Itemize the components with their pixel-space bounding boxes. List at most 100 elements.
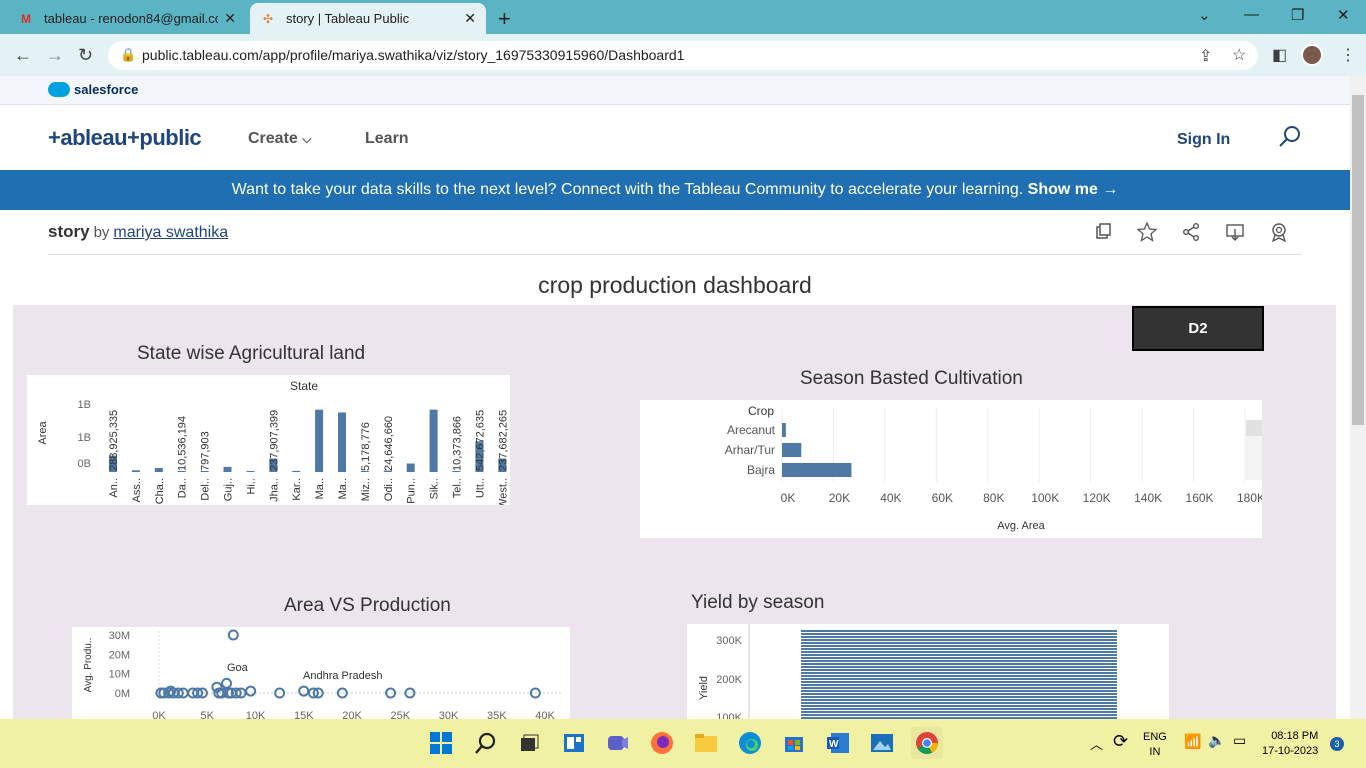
battery-icon[interactable]: ▭ xyxy=(1233,732,1246,749)
bar xyxy=(801,678,1117,680)
chrome-icon[interactable] xyxy=(911,727,943,759)
browser-tab-strip: M tableau - renodon84@gmail.com ✕ ✣ stor… xyxy=(0,0,1366,34)
taskbar: W ︿ ⟳ ENG IN 📶 🔈 ▭ 08:18 PM 17-10-2023 3 xyxy=(0,719,1366,768)
site-header: +ableau+public Create ⌵ Learn Sign In xyxy=(0,105,1350,170)
close-tab-icon[interactable]: ✕ xyxy=(224,10,236,27)
svg-text:W: W xyxy=(829,739,839,750)
widgets-icon[interactable] xyxy=(560,729,588,757)
x-tick-label: Cha.. xyxy=(154,478,166,504)
avatar[interactable] xyxy=(1301,44,1323,66)
y-tick-label: 30M xyxy=(109,630,130,642)
x-tick-label: Ma.. xyxy=(314,478,326,499)
bar xyxy=(246,471,255,472)
task-view-icon[interactable] xyxy=(515,729,543,757)
tab-title: story | Tableau Public xyxy=(286,11,410,26)
side-panel-icon[interactable]: ◧ xyxy=(1272,45,1287,65)
notification-badge[interactable]: 3 xyxy=(1330,737,1344,751)
x-tick-label: 30K xyxy=(439,710,459,719)
data-label: 797,903 xyxy=(200,431,212,471)
new-tab-icon[interactable]: + xyxy=(498,6,511,32)
sync-icon[interactable]: ⟳ xyxy=(1113,731,1128,752)
scatter-point xyxy=(404,687,416,699)
x-tick-label: 10K xyxy=(246,710,266,719)
season-cultivation-chart-panel: Crop 0K 20K 40K 60K 80K 100K 120K 140K 160K 180K Ar… xyxy=(640,400,1265,538)
restore-icon[interactable]: ❐ xyxy=(1291,6,1304,24)
annotation: Andhra Pradesh xyxy=(303,670,383,682)
language-indicator[interactable]: ENG IN xyxy=(1143,730,1167,760)
data-label: 288,925,335 xyxy=(108,410,120,471)
tab-search-icon[interactable]: ⌄ xyxy=(1198,6,1211,24)
chevron-up-icon[interactable]: ︿ xyxy=(1090,734,1103,753)
back-icon[interactable]: ← xyxy=(14,45,32,66)
download-icon[interactable] xyxy=(1225,222,1245,242)
bookmark-star-icon[interactable]: ☆ xyxy=(1232,45,1246,65)
close-window-icon[interactable]: ✕ xyxy=(1337,6,1350,24)
bar xyxy=(801,633,1117,635)
d2-button[interactable]: D2 xyxy=(1132,306,1264,351)
url-text[interactable]: public.tableau.com/app/profile/mariya.sw… xyxy=(142,47,684,63)
tab-gmail[interactable]: M tableau - renodon84@gmail.com ✕ xyxy=(8,3,246,34)
forward-icon[interactable]: → xyxy=(46,45,64,66)
tab-tableau[interactable]: ✣ story | Tableau Public ✕ xyxy=(250,3,486,34)
copy-icon[interactable] xyxy=(1094,222,1114,242)
reload-icon[interactable]: ↻ xyxy=(78,45,93,66)
bar xyxy=(406,463,415,472)
y-tick-label: 10M xyxy=(109,669,130,681)
search-icon[interactable] xyxy=(1278,125,1302,149)
bar xyxy=(801,681,1117,683)
share-network-icon[interactable] xyxy=(1181,222,1201,242)
state-area-chart[interactable]: State Area 1B 1B 0B An.. Ass.. Cha.. Da.. Del.. Gu… xyxy=(27,375,510,509)
favorite-star-icon[interactable] xyxy=(1137,222,1157,242)
chart-header: Crop xyxy=(748,404,774,418)
author-link[interactable]: mariya swathika xyxy=(113,224,228,241)
x-tick-label: 5K xyxy=(201,710,215,719)
y-tick-label: Arhar/Tur xyxy=(725,443,775,457)
windows-start-icon[interactable] xyxy=(427,729,455,757)
sign-in-link[interactable]: Sign In xyxy=(1177,131,1230,149)
y-tick-label: Arecanut xyxy=(727,423,776,437)
tableau-public-logo[interactable]: +ableau+public xyxy=(48,125,202,151)
bar xyxy=(801,663,1117,665)
x-tick-label: Del.. xyxy=(200,478,212,501)
bar xyxy=(801,642,1117,644)
x-tick-label: Sik.. xyxy=(429,478,441,499)
y-tick-label: 300K xyxy=(716,635,742,647)
close-tab-icon[interactable]: ✕ xyxy=(464,10,476,27)
lock-icon[interactable]: 🔒 xyxy=(120,47,136,63)
x-tick-label: 20K xyxy=(342,710,362,719)
yield-season-chart[interactable]: Yield 300K 200K 100K xyxy=(687,624,1169,719)
volume-icon[interactable]: 🔈 xyxy=(1208,732,1225,749)
word-icon[interactable]: W xyxy=(824,729,852,757)
file-explorer-icon[interactable] xyxy=(692,729,720,757)
photos-icon[interactable] xyxy=(868,729,896,757)
nav-learn[interactable]: Learn xyxy=(365,130,409,148)
clock[interactable]: 08:18 PM 17-10-2023 xyxy=(1262,729,1318,759)
edge-icon[interactable] xyxy=(736,729,764,757)
badge-icon[interactable] xyxy=(1269,222,1289,242)
minimize-icon[interactable]: — xyxy=(1244,6,1259,23)
salesforce-logo[interactable]: salesforce xyxy=(48,82,138,97)
bar xyxy=(801,702,1117,704)
season-cultivation-chart[interactable]: Crop 0K 20K 40K 60K 80K 100K 120K 140K 160K 180K Ar… xyxy=(640,400,1265,538)
share-icon[interactable]: ⇪ xyxy=(1199,46,1212,66)
dashboard-canvas: D2 State wise Agricultural land State Are… xyxy=(13,305,1336,719)
firefox-icon[interactable] xyxy=(648,729,676,757)
state-area-chart-panel: State Area 1B 1B 0B An.. Ass.. Cha.. Da.. Del.. Gu… xyxy=(27,375,510,509)
salesforce-cloud-icon xyxy=(48,82,70,97)
show-me-link[interactable]: Show me → xyxy=(1028,181,1119,198)
scrollbar-thumb[interactable] xyxy=(1352,95,1364,425)
yield-season-chart-panel: Yield 300K 200K 100K xyxy=(687,624,1169,719)
y-tick-label: 100K xyxy=(716,712,742,719)
bar xyxy=(801,714,1117,716)
store-icon[interactable] xyxy=(780,729,808,757)
bar xyxy=(801,705,1117,707)
menu-icon[interactable]: ⋮ xyxy=(1340,45,1356,65)
teams-chat-icon[interactable] xyxy=(604,729,632,757)
nav-create[interactable]: Create ⌵ xyxy=(248,130,311,148)
bar xyxy=(782,443,802,457)
area-production-chart[interactable]: Avg. Produ.. 30M 20M 10M 0M 0K 5K 10K 15K 20K 25K 3… xyxy=(72,627,570,719)
search-icon[interactable] xyxy=(472,729,500,757)
y-tick-label: 1B xyxy=(78,432,91,444)
y-tick-label: 1B xyxy=(78,399,91,411)
wifi-icon[interactable]: 📶 xyxy=(1184,733,1201,750)
